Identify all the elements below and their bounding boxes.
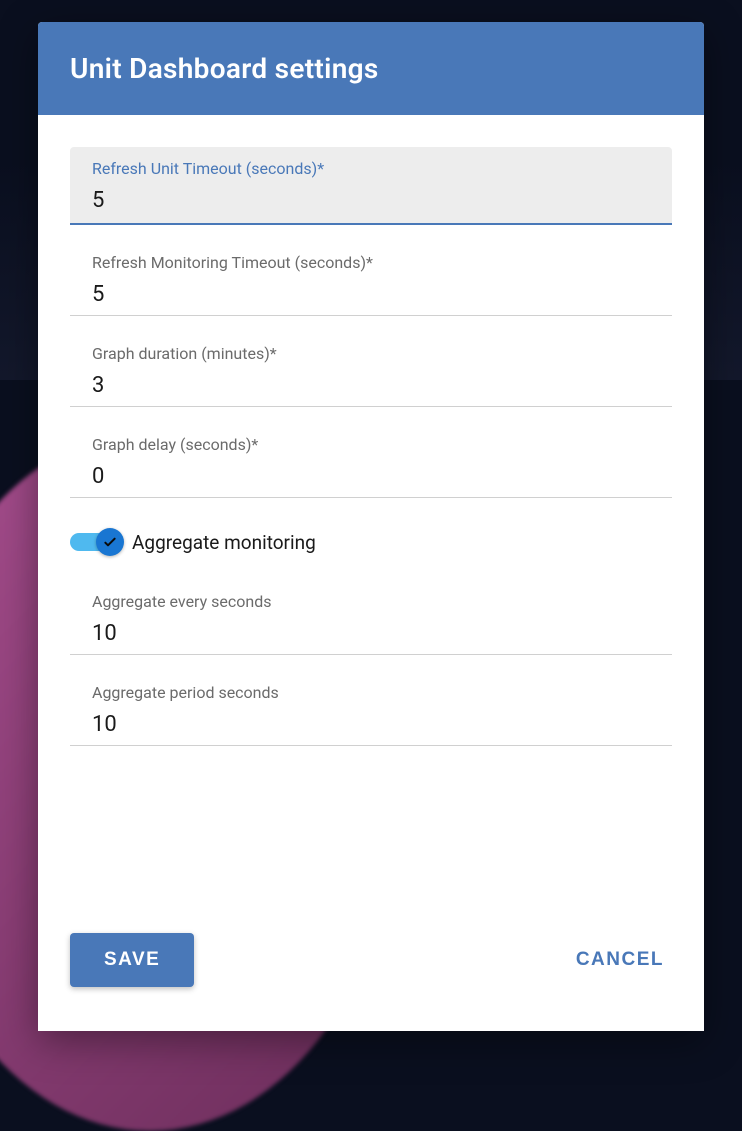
field-label: Aggregate period seconds <box>70 683 672 702</box>
field-refresh-unit-timeout: Refresh Unit Timeout (seconds)* <box>70 147 672 225</box>
field-graph-delay: Graph delay (seconds)* <box>70 435 672 498</box>
modal-title: Unit Dashboard settings <box>70 52 672 85</box>
aggregate-monitoring-row: Aggregate monitoring <box>70 528 672 556</box>
field-label: Graph delay (seconds)* <box>70 435 672 454</box>
field-label: Refresh Monitoring Timeout (seconds)* <box>70 253 672 272</box>
modal-footer: SAVE CANCEL <box>38 933 704 1031</box>
modal-body: Refresh Unit Timeout (seconds)* Refresh … <box>38 115 704 933</box>
save-button[interactable]: SAVE <box>70 933 194 987</box>
field-graph-duration: Graph duration (minutes)* <box>70 344 672 407</box>
cancel-button[interactable]: CANCEL <box>576 949 664 971</box>
field-label: Graph duration (minutes)* <box>70 344 672 363</box>
refresh-monitoring-timeout-input[interactable] <box>70 278 672 316</box>
settings-modal: Unit Dashboard settings Refresh Unit Tim… <box>38 22 704 1031</box>
refresh-unit-timeout-input[interactable] <box>70 184 672 225</box>
toggle-knob <box>96 528 124 556</box>
graph-duration-input[interactable] <box>70 369 672 407</box>
check-icon <box>102 534 118 550</box>
field-label: Refresh Unit Timeout (seconds)* <box>70 159 672 178</box>
aggregate-monitoring-toggle[interactable] <box>70 528 124 556</box>
aggregate-every-input[interactable] <box>70 617 672 655</box>
field-label: Aggregate every seconds <box>70 592 672 611</box>
field-aggregate-period: Aggregate period seconds <box>70 683 672 746</box>
aggregate-period-input[interactable] <box>70 708 672 746</box>
graph-delay-input[interactable] <box>70 460 672 498</box>
modal-header: Unit Dashboard settings <box>38 22 704 115</box>
aggregate-monitoring-label: Aggregate monitoring <box>132 531 316 554</box>
field-refresh-monitoring-timeout: Refresh Monitoring Timeout (seconds)* <box>70 253 672 316</box>
field-aggregate-every: Aggregate every seconds <box>70 592 672 655</box>
